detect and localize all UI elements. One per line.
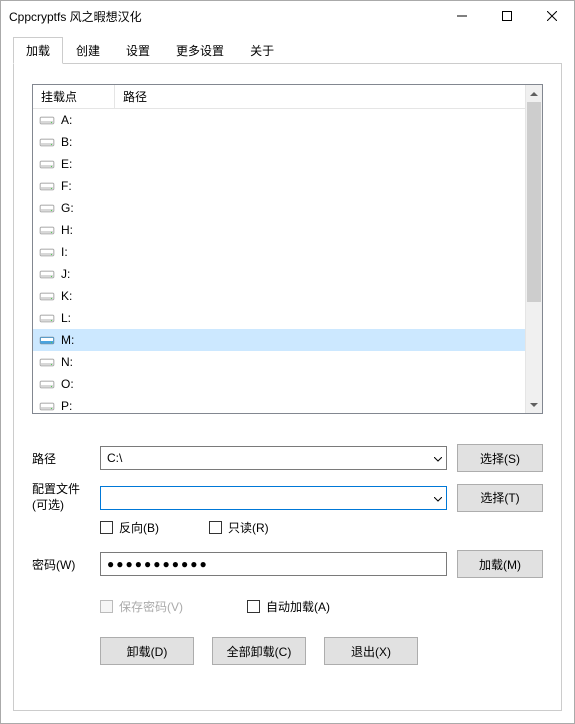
- titlebar: Cppcryptfs 风之暇想汉化: [1, 1, 574, 31]
- minimize-button[interactable]: [439, 1, 484, 31]
- password-label: 密码(W): [32, 556, 90, 573]
- drive-row[interactable]: L:: [33, 307, 525, 329]
- save-password-checkbox-wrap: 保存密码(V): [100, 598, 183, 615]
- scroll-thumb[interactable]: [527, 102, 541, 302]
- drive-letter: P:: [61, 399, 72, 413]
- form-area: 路径 C:\ 选择(S) 配置文件(可选) 选择(T) 反向(B): [32, 444, 543, 665]
- drive-row[interactable]: H:: [33, 219, 525, 241]
- maximize-button[interactable]: [484, 1, 529, 31]
- drive-letter: H:: [61, 223, 73, 237]
- drive-icon: [39, 136, 55, 148]
- drive-letter: K:: [61, 289, 72, 303]
- exit-button[interactable]: 退出(X): [324, 637, 418, 665]
- tab-content: 挂载点 路径 A: B: E: F: G: H: I: J: K: L: M: N: O: P: 路径 C…: [13, 63, 562, 711]
- tab-2[interactable]: 设置: [113, 37, 163, 64]
- drive-row[interactable]: J:: [33, 263, 525, 285]
- password-input[interactable]: ●●●●●●●●●●●: [100, 552, 447, 576]
- drive-letter: I:: [61, 245, 68, 259]
- drive-letter: J:: [61, 267, 70, 281]
- drive-row[interactable]: F:: [33, 175, 525, 197]
- drive-letter: B:: [61, 135, 72, 149]
- drive-letter: E:: [61, 157, 72, 171]
- save-password-label: 保存密码(V): [119, 598, 183, 615]
- drive-row[interactable]: B:: [33, 131, 525, 153]
- dismount-button[interactable]: 卸载(D): [100, 637, 194, 665]
- drive-letter: L:: [61, 311, 71, 325]
- path-combo[interactable]: C:\: [100, 446, 447, 470]
- readonly-label: 只读(R): [228, 519, 269, 536]
- drive-row[interactable]: N:: [33, 351, 525, 373]
- dismount-all-button[interactable]: 全部卸载(C): [212, 637, 306, 665]
- drive-row[interactable]: K:: [33, 285, 525, 307]
- drive-icon: [39, 290, 55, 302]
- auto-mount-checkbox-wrap[interactable]: 自动加载(A): [247, 598, 330, 615]
- tab-0[interactable]: 加载: [13, 37, 63, 64]
- drive-icon: [39, 202, 55, 214]
- config-label: 配置文件(可选): [32, 482, 90, 513]
- tab-4[interactable]: 关于: [237, 37, 287, 64]
- mount-button[interactable]: 加载(M): [457, 550, 543, 578]
- window-controls: [439, 1, 574, 31]
- col-path[interactable]: 路径: [115, 85, 155, 108]
- drive-row[interactable]: M:: [33, 329, 525, 351]
- path-label: 路径: [32, 450, 90, 467]
- auto-mount-label: 自动加载(A): [266, 598, 330, 615]
- list-body[interactable]: A: B: E: F: G: H: I: J: K: L: M: N: O: P:: [33, 109, 525, 413]
- drive-row[interactable]: E:: [33, 153, 525, 175]
- config-combo[interactable]: [100, 486, 447, 510]
- drive-row[interactable]: I:: [33, 241, 525, 263]
- list-header: 挂载点 路径: [33, 85, 525, 109]
- path-value: C:\: [107, 451, 122, 465]
- drive-icon: [39, 180, 55, 192]
- drive-letter: N:: [61, 355, 73, 369]
- chevron-down-icon: [434, 491, 442, 505]
- scroll-up-icon[interactable]: [526, 85, 542, 102]
- select-config-button[interactable]: 选择(T): [457, 484, 543, 512]
- select-path-button[interactable]: 选择(S): [457, 444, 543, 472]
- drive-row[interactable]: O:: [33, 373, 525, 395]
- auto-mount-checkbox[interactable]: [247, 600, 260, 613]
- drive-icon: [39, 312, 55, 324]
- readonly-checkbox-wrap[interactable]: 只读(R): [209, 519, 269, 536]
- drive-row[interactable]: A:: [33, 109, 525, 131]
- chevron-down-icon: [434, 451, 442, 465]
- save-password-checkbox: [100, 600, 113, 613]
- drive-icon: [39, 378, 55, 390]
- readonly-checkbox[interactable]: [209, 521, 222, 534]
- drive-letter: O:: [61, 377, 74, 391]
- drive-row[interactable]: P:: [33, 395, 525, 413]
- scrollbar[interactable]: [525, 85, 542, 413]
- password-value: ●●●●●●●●●●●: [107, 557, 209, 571]
- reverse-checkbox-wrap[interactable]: 反向(B): [100, 519, 159, 536]
- drive-row[interactable]: G:: [33, 197, 525, 219]
- drive-icon: [39, 400, 55, 412]
- reverse-checkbox[interactable]: [100, 521, 113, 534]
- drive-letter: F:: [61, 179, 72, 193]
- col-mountpoint[interactable]: 挂载点: [33, 85, 115, 108]
- tab-1[interactable]: 创建: [63, 37, 113, 64]
- drive-icon: [39, 334, 55, 346]
- drive-icon: [39, 158, 55, 170]
- scroll-down-icon[interactable]: [526, 396, 542, 413]
- drive-icon: [39, 268, 55, 280]
- tab-bar: 加载创建设置更多设置关于: [1, 31, 574, 64]
- tab-3[interactable]: 更多设置: [163, 37, 237, 64]
- drive-icon: [39, 224, 55, 236]
- drive-list: 挂载点 路径 A: B: E: F: G: H: I: J: K: L: M: N: O: P:: [32, 84, 543, 414]
- drive-icon: [39, 246, 55, 258]
- drive-letter: A:: [61, 113, 72, 127]
- close-button[interactable]: [529, 1, 574, 31]
- drive-icon: [39, 114, 55, 126]
- drive-letter: M:: [61, 333, 74, 347]
- drive-letter: G:: [61, 201, 74, 215]
- reverse-label: 反向(B): [119, 519, 159, 536]
- drive-icon: [39, 356, 55, 368]
- window-title: Cppcryptfs 风之暇想汉化: [9, 8, 439, 25]
